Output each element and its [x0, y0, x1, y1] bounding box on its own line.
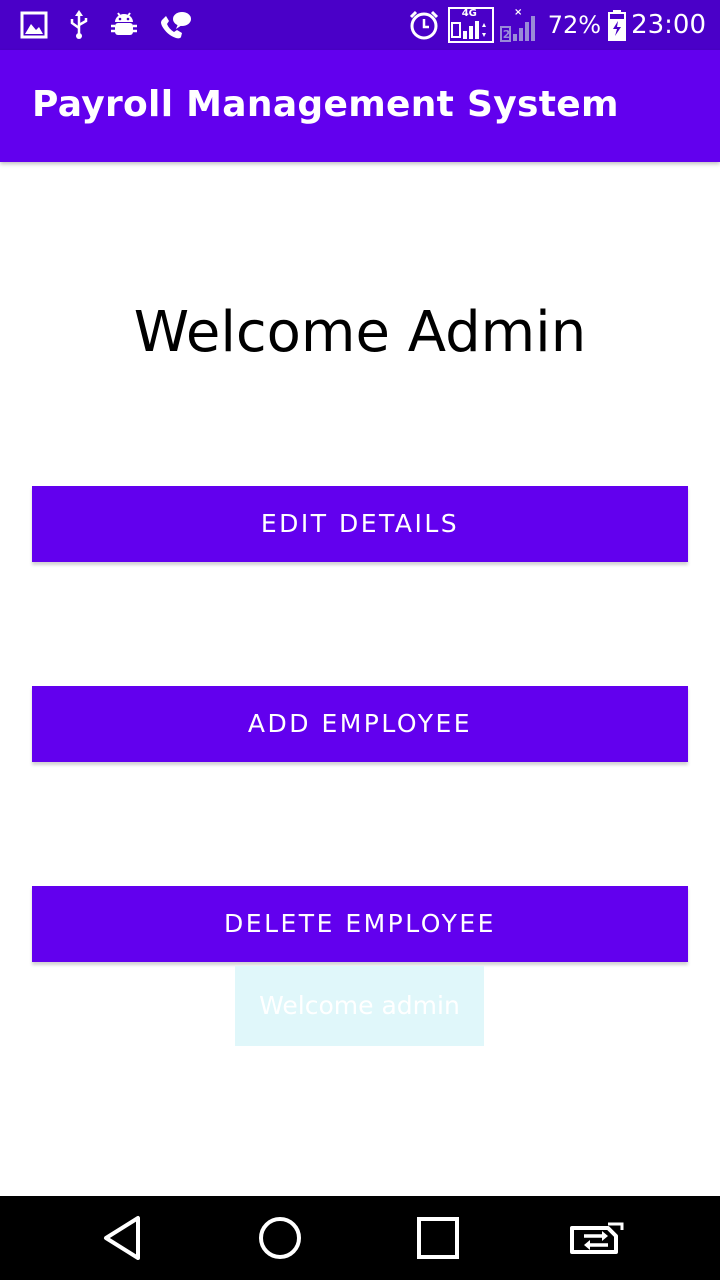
recents-button[interactable]: [410, 1210, 466, 1266]
toast-message: Welcome admin: [235, 966, 484, 1046]
status-right-area: 4G × 2 72% 23:00: [408, 6, 706, 44]
app-bar: Payroll Management System: [0, 50, 720, 162]
status-bar: 4G × 2 72% 23:00: [0, 0, 720, 50]
gallery-icon: [20, 11, 48, 39]
svg-text:×: ×: [514, 7, 522, 18]
status-time: 23:00: [631, 10, 706, 40]
delete-employee-button[interactable]: DELETE EMPLOYEE: [32, 886, 688, 962]
navigation-bar: [0, 1196, 720, 1280]
battery-percent: 72%: [547, 11, 602, 39]
switch-sim-icon: [568, 1218, 624, 1258]
add-employee-button[interactable]: ADD EMPLOYEE: [32, 686, 688, 762]
back-icon: [100, 1214, 144, 1262]
edit-details-button[interactable]: EDIT DETAILS: [32, 486, 688, 562]
back-button[interactable]: [94, 1210, 150, 1266]
usb-icon: [68, 10, 90, 40]
home-button[interactable]: [252, 1210, 308, 1266]
status-left-icons: [20, 9, 212, 41]
welcome-heading: Welcome Admin: [133, 300, 587, 365]
sim2-signal-icon: × 2: [499, 7, 540, 43]
home-icon: [256, 1214, 304, 1262]
android-debug-icon: [110, 10, 138, 40]
call-chat-icon: [158, 10, 192, 40]
sim2-label: 2: [502, 28, 511, 41]
sim1-4g-signal-icon: 4G: [447, 7, 494, 43]
app-title: Payroll Management System: [32, 84, 619, 125]
switch-sim-button[interactable]: [568, 1210, 624, 1266]
battery-charging-icon: [607, 9, 627, 41]
recents-icon: [415, 1215, 461, 1261]
alarm-icon: [408, 9, 440, 41]
